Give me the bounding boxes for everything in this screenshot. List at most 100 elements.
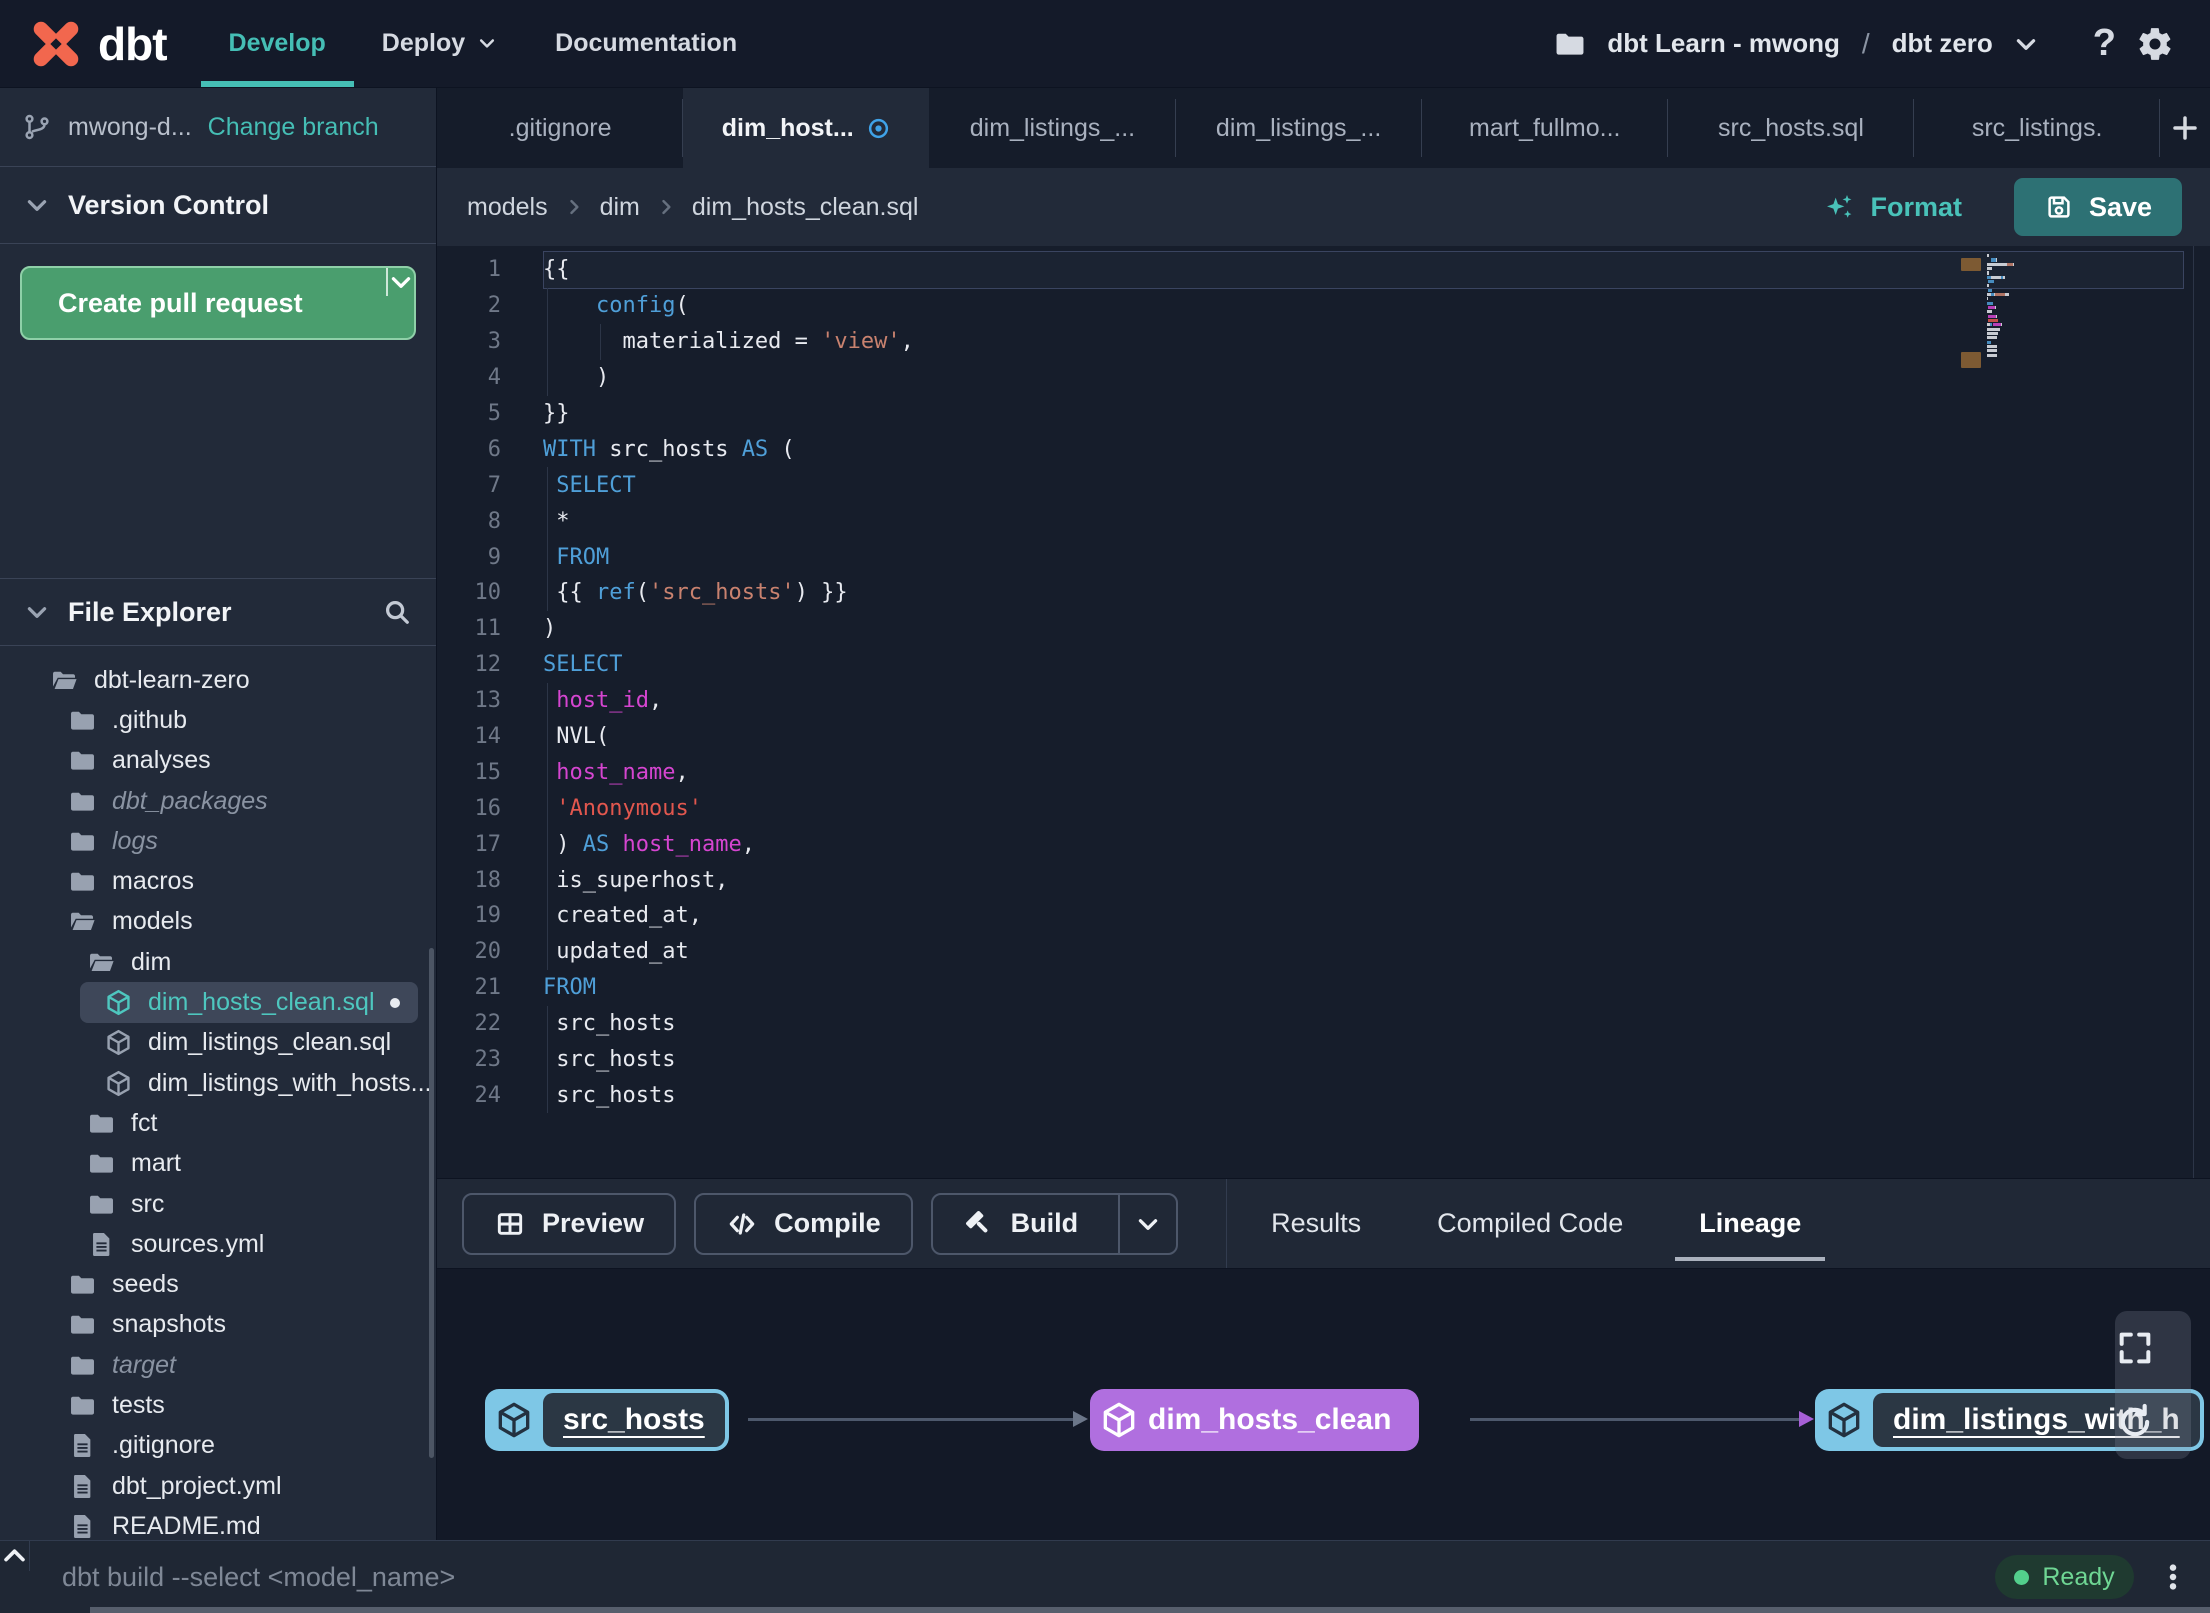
tree-folder-models[interactable]: models [0, 902, 436, 942]
build-button[interactable]: Build [930, 1192, 1179, 1255]
fullscreen-button[interactable] [2115, 1311, 2155, 1385]
editor-tab-src_listings[interactable]: src_listings. [1914, 88, 2161, 168]
new-tab-button[interactable] [2160, 88, 2210, 168]
version-control-section-header[interactable]: Version Control [0, 167, 436, 244]
code-line-15[interactable]: 15 host_name, [437, 754, 2210, 791]
tree-folder-dbt-learn-zero[interactable]: dbt-learn-zero [0, 660, 436, 700]
code-line-2[interactable]: 2 config( [437, 287, 2210, 324]
tree-folder-mart[interactable]: mart [0, 1144, 436, 1184]
panel-tab-results[interactable]: Results [1271, 1179, 1361, 1268]
tree-folder-target[interactable]: target [0, 1345, 436, 1385]
code-line-5[interactable]: 5}} [437, 396, 2210, 432]
change-branch-link[interactable]: Change branch [208, 113, 379, 142]
code-line-21[interactable]: 21 FROM [437, 970, 2210, 1006]
nav-item-documentation[interactable]: Documentation [527, 0, 765, 87]
project-name[interactable]: dbt Learn - mwong [1607, 28, 1840, 59]
breadcrumb-separator-icon [656, 197, 676, 217]
build-dropdown-button[interactable] [1118, 1194, 1176, 1253]
panel-tab-lineage[interactable]: Lineage [1675, 1179, 1826, 1268]
tree-file-.gitignore[interactable]: .gitignore [0, 1426, 436, 1466]
command-bar-expand-button[interactable] [0, 1541, 30, 1571]
code-line-12[interactable]: 12 SELECT [437, 647, 2210, 683]
sidebar-scrollbar[interactable] [429, 948, 434, 1458]
tree-folder-tests[interactable]: tests [0, 1385, 436, 1425]
save-button[interactable]: Save [2014, 178, 2182, 236]
editor-tab-dim_listings_[interactable]: dim_listings_... [929, 88, 1176, 168]
tree-file-dim_listings_with_hosts...[interactable]: dim_listings_with_hosts... [0, 1063, 436, 1103]
tree-item-label: analyses [112, 746, 211, 775]
tree-item-label: dim [131, 947, 172, 976]
code-line-19[interactable]: 19 created_at, [437, 898, 2210, 934]
code-line-3[interactable]: 3 materialized = 'view', [437, 323, 2210, 360]
editor-tab-bar: .gitignore dim_host... dim_listings_... dim… [437, 88, 2210, 168]
editor-tab-dim_listings_[interactable]: dim_listings_... [1176, 88, 1422, 168]
code-line-20[interactable]: 20 updated_at [437, 933, 2210, 970]
lineage-node-dim_hosts_clean[interactable]: dim_hosts_clean [1090, 1389, 1420, 1451]
tree-folder-fct[interactable]: fct [0, 1103, 436, 1143]
format-button[interactable]: Format [1823, 191, 1962, 223]
tree-file-dbt_project.yml[interactable]: dbt_project.yml [0, 1466, 436, 1506]
dbt-logo[interactable]: dbt [0, 0, 201, 87]
line-number: 24 [474, 1082, 502, 1108]
code-line-16[interactable]: 16 'Anonymous' [437, 790, 2210, 827]
preview-button[interactable]: Preview [462, 1192, 677, 1255]
code-line-24[interactable]: 24 src_hosts [437, 1077, 2210, 1114]
code-line-8[interactable]: 8 * [437, 503, 2210, 540]
tree-folder-dbt_packages[interactable]: dbt_packages [0, 781, 436, 821]
folder-icon [68, 1310, 97, 1339]
help-icon[interactable]: ? [2093, 22, 2116, 65]
code-line-11[interactable]: 11) [437, 611, 2210, 647]
code-line-14[interactable]: 14 NVL( [437, 718, 2210, 755]
code-editor[interactable]: 1{{2 config(3 materialized = 'view', 4 ) 5… [437, 246, 2210, 1178]
create-pull-request-dropdown[interactable] [386, 268, 414, 296]
editor-tab-gitignore[interactable]: .gitignore [437, 88, 684, 168]
search-icon[interactable] [382, 597, 412, 627]
horizontal-scrollbar[interactable] [90, 1607, 2210, 1613]
environment-chevron-down-icon[interactable] [2013, 31, 2039, 57]
editor-tab-mart_fullmo[interactable]: mart_fullmo... [1422, 88, 1668, 168]
tree-item-label: README.md [112, 1511, 261, 1540]
editor-tab-dim_host[interactable]: dim_host... [683, 88, 930, 168]
code-line-22[interactable]: 22 src_hosts [437, 1005, 2210, 1042]
tree-file-dim_listings_clean.sql[interactable]: dim_listings_clean.sql [0, 1023, 436, 1063]
tree-file-README.md[interactable]: README.md [0, 1506, 436, 1540]
compile-button[interactable]: Compile [694, 1192, 913, 1255]
environment-name[interactable]: dbt zero [1892, 28, 1993, 59]
code-line-23[interactable]: 23 src_hosts [437, 1041, 2210, 1078]
code-line-9[interactable]: 9 FROM [437, 539, 2210, 576]
editor-minimap[interactable] [1961, 254, 2049, 368]
folder-icon [68, 1351, 97, 1380]
panel-tab-compiled-code[interactable]: Compiled Code [1437, 1179, 1623, 1268]
tree-folder-analyses[interactable]: analyses [0, 741, 436, 781]
tree-file-sources.yml[interactable]: sources.yml [0, 1224, 436, 1264]
code-line-17[interactable]: 17 ) AS host_name, [437, 826, 2210, 863]
tree-folder-macros[interactable]: macros [0, 861, 436, 901]
command-input[interactable]: dbt build --select <model_name> [30, 1562, 1995, 1593]
kebab-menu-icon[interactable] [2158, 1562, 2188, 1592]
refresh-lineage-button[interactable] [2115, 1385, 2155, 1459]
nav-item-develop[interactable]: Develop [201, 0, 354, 87]
tree-folder-dim[interactable]: dim [0, 942, 436, 982]
tree-item-label: models [112, 907, 193, 936]
code-line-1[interactable]: 1{{ [437, 251, 2210, 289]
tree-folder-logs[interactable]: logs [0, 821, 436, 861]
file-explorer-section-header[interactable]: File Explorer [0, 578, 436, 646]
code-line-10[interactable]: 10 {{ ref('src_hosts') }} [437, 575, 2210, 611]
code-line-13[interactable]: 13 host_id, [437, 682, 2210, 719]
gear-icon[interactable] [2136, 25, 2174, 63]
editor-tab-src_hostssql[interactable]: src_hosts.sql [1668, 88, 1915, 168]
nav-item-deploy[interactable]: Deploy [354, 0, 527, 87]
tree-file-dim_hosts_clean.sql[interactable]: dim_hosts_clean.sql [80, 982, 418, 1023]
tree-folder-seeds[interactable]: seeds [0, 1264, 436, 1304]
create-pull-request-label[interactable]: Create pull request [22, 268, 386, 338]
tree-folder-snapshots[interactable]: snapshots [0, 1305, 436, 1345]
tree-folder-.github[interactable]: .github [0, 700, 436, 740]
code-line-7[interactable]: 7 SELECT [437, 467, 2210, 504]
code-line-4[interactable]: 4 ) [437, 359, 2210, 396]
create-pull-request-button[interactable]: Create pull request [20, 266, 416, 340]
code-line-6[interactable]: 6 WITH src_hosts AS ( [437, 431, 2210, 467]
code-line-18[interactable]: 18 is_superhost, [437, 862, 2210, 899]
editor-scrollbar[interactable] [2193, 246, 2194, 1178]
tree-folder-src[interactable]: src [0, 1184, 436, 1224]
lineage-node-src_hosts[interactable]: src_hosts [485, 1389, 729, 1451]
